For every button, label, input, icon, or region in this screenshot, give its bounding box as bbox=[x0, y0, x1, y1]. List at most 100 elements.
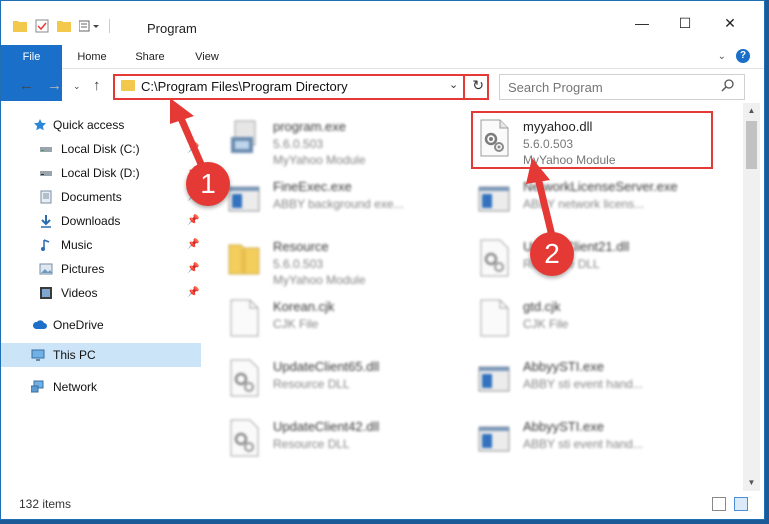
recent-locations-icon[interactable]: ⌄ bbox=[73, 81, 81, 92]
file-list: program.exe 5.6.0.503 MyYahoo Module myy… bbox=[205, 103, 737, 491]
file-description: Resource DLL bbox=[273, 377, 350, 391]
nav-onedrive[interactable]: OneDrive bbox=[1, 313, 201, 337]
file-version: 5.6.0.503 bbox=[273, 137, 324, 151]
nav-item-downloads[interactable]: Downloads 📌 bbox=[1, 209, 201, 233]
folder-icon bbox=[121, 80, 135, 91]
nav-item-local-disk-c[interactable]: Local Disk (C:) 📌 bbox=[1, 137, 201, 161]
navigation-pane: Quick access Local Disk (C:) 📌 Local Dis… bbox=[1, 109, 205, 493]
chevron-down-icon[interactable]: ⌄ bbox=[449, 78, 458, 91]
network-icon bbox=[31, 380, 44, 393]
customize-toolbar-icon[interactable] bbox=[79, 20, 101, 32]
nav-item-documents[interactable]: Documents 📌 bbox=[1, 185, 201, 209]
address-bar[interactable]: C:\Program Files\Program Directory ⌄ ↻ bbox=[113, 74, 489, 100]
scroll-down-arrow[interactable]: ▼ bbox=[743, 475, 760, 491]
new-folder-icon[interactable] bbox=[57, 20, 71, 32]
annotation-highlight-box bbox=[471, 111, 713, 169]
file-name: NetworkLicenseServer.exe bbox=[523, 179, 678, 194]
nav-label: Documents bbox=[61, 190, 122, 204]
file-description: CJK File bbox=[523, 317, 569, 331]
nav-label: Local Disk (C:) bbox=[61, 142, 140, 156]
file-item[interactable]: UpdateClient42.dll Resource DLL bbox=[205, 409, 455, 465]
documents-icon bbox=[40, 190, 52, 204]
pin-icon[interactable]: 📌 bbox=[187, 215, 199, 226]
file-description: MyYahoo Module bbox=[273, 153, 366, 167]
file-item[interactable]: gtd.cjk CJK File bbox=[455, 289, 705, 345]
properties-icon[interactable] bbox=[35, 19, 49, 33]
file-item[interactable]: UpdateClient65.dll Resource DLL bbox=[205, 349, 455, 405]
nav-label: OneDrive bbox=[53, 318, 104, 332]
setup-icon bbox=[231, 120, 256, 153]
file-item[interactable]: Korean.cjk CJK File bbox=[205, 289, 455, 345]
file-description: CJK File bbox=[273, 317, 319, 331]
folder-zip-icon bbox=[228, 244, 260, 275]
file-item[interactable]: FineExec.exe ABBY background exe... bbox=[205, 169, 455, 225]
view-switcher bbox=[712, 497, 748, 511]
close-button[interactable]: ✕ bbox=[718, 15, 742, 32]
nav-item-videos[interactable]: Videos 📌 bbox=[1, 281, 201, 305]
file-name: program.exe bbox=[273, 119, 346, 134]
address-field[interactable]: C:\Program Files\Program Directory ⌄ bbox=[115, 76, 465, 98]
file-name: Korean.cjk bbox=[273, 299, 335, 314]
explorer-window: Program — ☐ ✕ File Home Share View ⌄ ? ←… bbox=[0, 0, 765, 520]
large-icons-view-icon[interactable] bbox=[734, 497, 748, 511]
file-item[interactable]: Resource 5.6.0.503 MyYahoo Module bbox=[205, 229, 455, 287]
dll-gear-icon bbox=[230, 359, 259, 397]
maximize-button[interactable]: ☐ bbox=[673, 15, 697, 32]
pin-icon[interactable]: 📌 bbox=[187, 239, 199, 250]
item-count: 132 items bbox=[19, 497, 72, 511]
tab-home[interactable]: Home bbox=[71, 45, 113, 69]
annotation-badge-2: 2 bbox=[530, 232, 574, 276]
file-version: 5.6.0.503 bbox=[273, 257, 324, 271]
search-input[interactable] bbox=[508, 76, 718, 98]
vertical-scrollbar[interactable]: ▲ ▼ bbox=[743, 103, 760, 491]
nav-this-pc[interactable]: This PC bbox=[1, 343, 201, 367]
ribbon-tabs: File Home Share View ⌄ ? bbox=[1, 45, 764, 101]
nav-item-pictures[interactable]: Pictures 📌 bbox=[1, 257, 201, 281]
back-button[interactable]: ← bbox=[19, 77, 34, 94]
address-row: ← → ⌄ ↑ C:\Program Files\Program Directo… bbox=[1, 71, 764, 103]
nav-label: Music bbox=[61, 238, 93, 252]
expand-ribbon-icon[interactable]: ⌄ bbox=[718, 51, 726, 62]
help-icon[interactable]: ? bbox=[736, 49, 750, 63]
address-path: C:\Program Files\Program Directory bbox=[141, 79, 348, 94]
search-box[interactable] bbox=[499, 74, 745, 100]
nav-network[interactable]: Network bbox=[1, 375, 201, 399]
forward-button[interactable]: → bbox=[47, 77, 62, 94]
file-item[interactable]: program.exe 5.6.0.503 MyYahoo Module bbox=[205, 109, 455, 167]
scrollbar-thumb[interactable] bbox=[746, 121, 757, 169]
drive-icon bbox=[40, 147, 52, 152]
nav-quick-access[interactable]: Quick access bbox=[1, 113, 201, 137]
nav-item-local-disk-d[interactable]: Local Disk (D:) 📌 bbox=[1, 161, 201, 185]
blank-file-icon bbox=[230, 299, 259, 337]
ribbon-controls: ⌄ ? bbox=[718, 49, 750, 63]
window-title: Program bbox=[147, 21, 197, 36]
cloud-icon bbox=[33, 320, 47, 329]
star-icon bbox=[34, 119, 46, 131]
download-icon bbox=[41, 215, 51, 228]
minimize-button[interactable]: — bbox=[630, 15, 654, 31]
window-icon bbox=[228, 186, 260, 212]
quick-access-toolbar bbox=[13, 19, 110, 33]
up-button[interactable]: ↑ bbox=[93, 77, 101, 94]
pin-icon[interactable]: 📌 bbox=[187, 263, 199, 274]
nav-label: Network bbox=[53, 380, 98, 394]
file-item[interactable]: AbbyySTI.exe ABBY sti event hand... bbox=[455, 349, 705, 405]
dll-gear-icon bbox=[230, 419, 259, 457]
pin-icon[interactable]: 📌 bbox=[187, 143, 199, 154]
pin-icon[interactable]: 📌 bbox=[187, 287, 199, 298]
scroll-up-arrow[interactable]: ▲ bbox=[743, 103, 760, 119]
videos-icon bbox=[40, 287, 52, 299]
file-item[interactable]: AbbyySTI.exe ABBY sti event hand... bbox=[455, 409, 705, 465]
file-name: UpdateClient65.dll bbox=[273, 359, 380, 374]
file-item[interactable]: NetworkLicenseServer.exe ABBY network li… bbox=[455, 169, 705, 225]
file-name: UpdateClient42.dll bbox=[273, 419, 380, 434]
tab-share[interactable]: Share bbox=[129, 45, 171, 69]
refresh-icon[interactable]: ↻ bbox=[472, 77, 484, 94]
details-view-icon[interactable] bbox=[712, 497, 726, 511]
file-item[interactable]: UpdateClient21.dll Resource DLL bbox=[455, 229, 705, 285]
nav-item-music[interactable]: Music 📌 bbox=[1, 233, 201, 257]
file-name: FineExec.exe bbox=[273, 179, 352, 194]
nav-label: Videos bbox=[61, 286, 98, 300]
tab-view[interactable]: View bbox=[187, 45, 227, 69]
search-icon[interactable] bbox=[721, 79, 734, 92]
